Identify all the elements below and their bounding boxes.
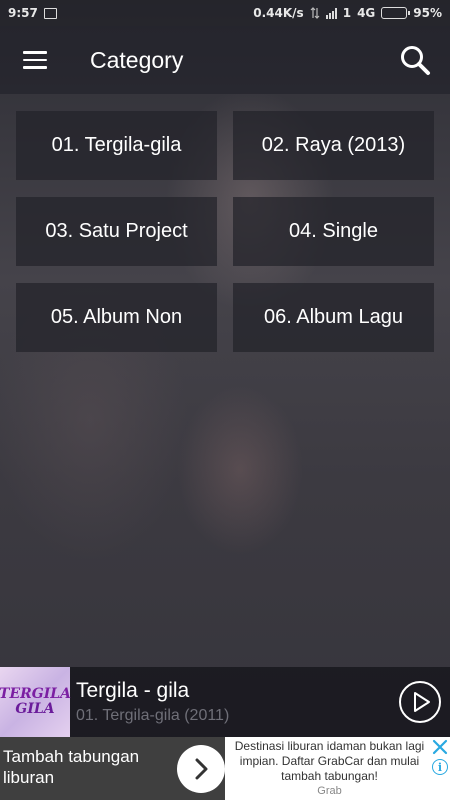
info-icon[interactable]: i (432, 759, 448, 775)
battery-percent: 95% (413, 6, 442, 20)
album-cover: TERGILA GILA (0, 667, 71, 737)
ad-brand: Grab (317, 785, 342, 797)
ad-headline-panel[interactable]: Tambah tabungan liburan (0, 737, 225, 800)
ad-description: Destinasi liburan idaman bukan lagi impi… (234, 739, 425, 783)
track-info: Tergila - gila 01. Tergila-gila (2011) (70, 679, 390, 725)
page-title: Category (90, 46, 184, 73)
track-album: 01. Tergila-gila (2011) (76, 707, 230, 724)
cover-text-line-1: TERGILA (0, 686, 71, 702)
play-icon[interactable] (390, 667, 450, 737)
category-tile[interactable]: 04. Single (233, 197, 434, 266)
cover-text-line-2: GILA (15, 701, 55, 717)
ad-banner[interactable]: Tambah tabungan liburan Destinasi libura… (0, 737, 450, 800)
status-bar: 9:57 0.44K/s 1 4G 95% (0, 0, 450, 26)
status-time: 9:57 (8, 6, 38, 20)
chevron-right-icon[interactable] (177, 745, 225, 793)
battery-icon (381, 7, 411, 19)
network-speed: 0.44K/s (253, 6, 304, 20)
network-type: 4G (357, 6, 376, 20)
sim-slot: 1 (342, 6, 352, 20)
ad-description-panel[interactable]: Destinasi liburan idaman bukan lagi impi… (225, 737, 450, 800)
category-tile[interactable]: 01. Tergila-gila (16, 111, 217, 180)
close-icon[interactable] (432, 739, 448, 755)
category-tile[interactable]: 05. Album Non (16, 283, 217, 352)
hamburger-menu-icon[interactable] (0, 26, 70, 94)
signal-strength-icon (325, 7, 337, 19)
app-bar: Category (0, 26, 450, 94)
gallery-notification-icon (43, 7, 57, 19)
category-tile[interactable]: 02. Raya (2013) (233, 111, 434, 180)
search-icon[interactable] (380, 26, 450, 94)
category-tile[interactable]: 06. Album Lagu (233, 283, 434, 352)
track-title: Tergila - gila (76, 679, 190, 702)
category-grid: 01. Tergila-gila 02. Raya (2013) 03. Sat… (16, 111, 434, 352)
mini-player[interactable]: TERGILA GILA Tergila - gila 01. Tergila-… (0, 667, 450, 737)
ad-headline: Tambah tabungan liburan (3, 747, 140, 787)
category-tile[interactable]: 03. Satu Project (16, 197, 217, 266)
data-transfer-icon (310, 7, 320, 19)
